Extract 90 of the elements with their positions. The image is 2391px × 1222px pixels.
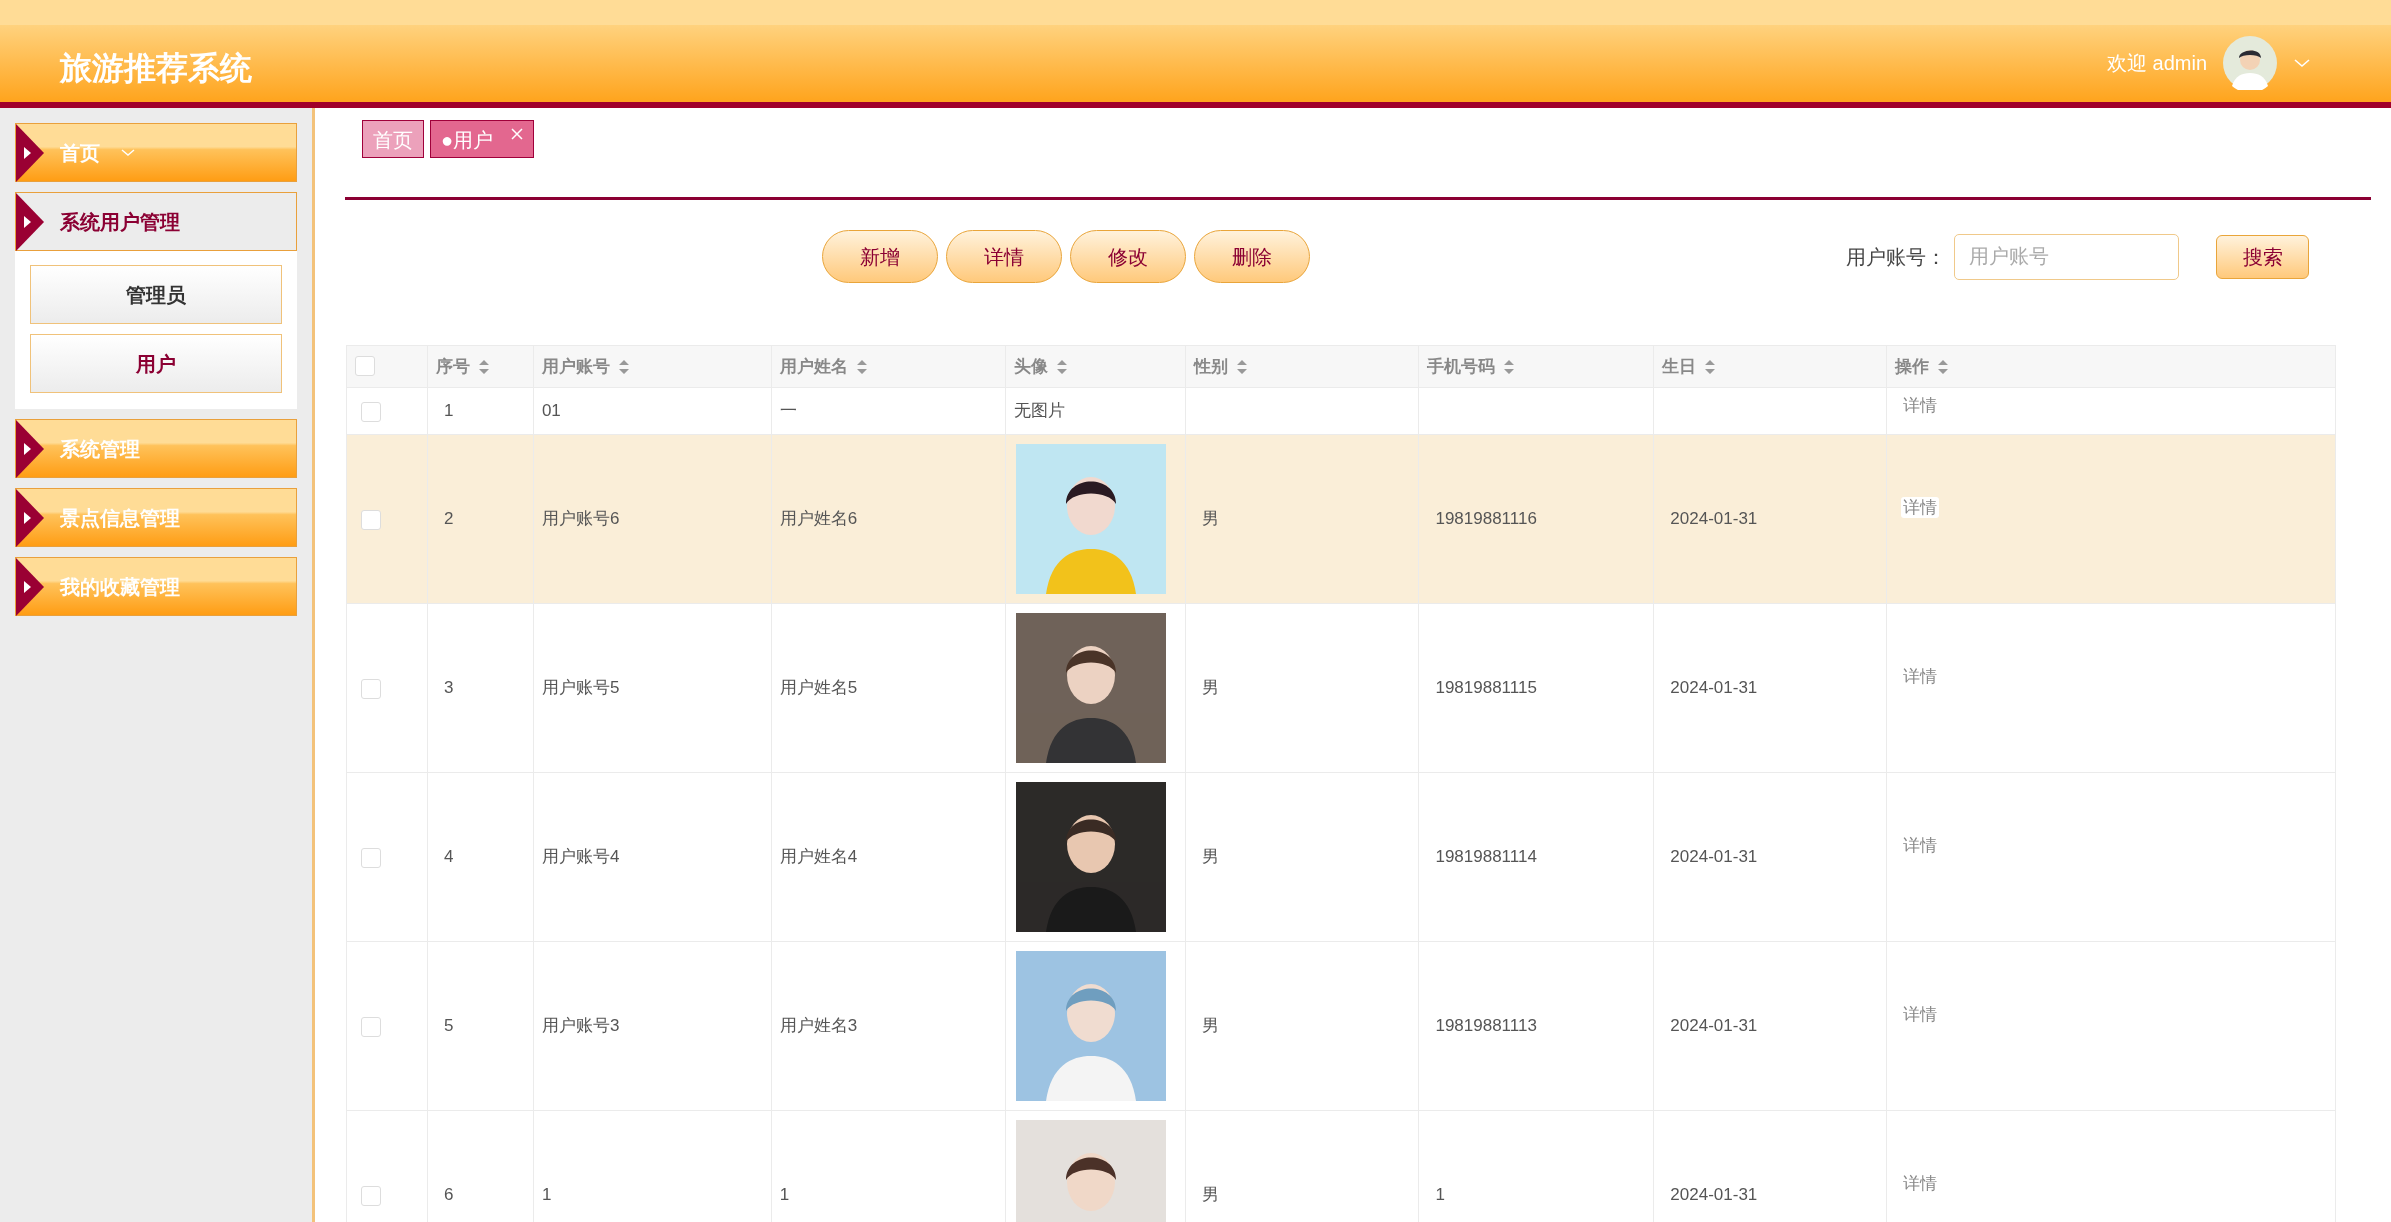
detail-link[interactable]: 详情 [1901, 1004, 1940, 1025]
search-field[interactable]: 用户账号 [1954, 233, 2179, 280]
table-cell: 6 [443, 1185, 454, 1205]
table-cell: 用户账号3 [541, 1016, 620, 1036]
triangle-icon [16, 488, 44, 547]
row-checkbox[interactable] [361, 847, 381, 868]
search-label: 用户账号： [1846, 244, 1946, 270]
table-cell: 19819881115 [1435, 678, 1537, 698]
table-cell: 1 [1435, 1185, 1445, 1205]
table-cell: 无图片 [1013, 401, 1065, 421]
table-cell: 用户账号5 [541, 678, 620, 698]
row-checkbox[interactable] [361, 1016, 381, 1037]
table-cell: 男 [1201, 509, 1219, 529]
triangle-icon [16, 123, 44, 182]
table-cell: 2024-01-31 [1670, 678, 1758, 698]
column-header[interactable]: 生日 [1662, 356, 1697, 376]
search-button[interactable]: 搜索 [2216, 234, 2309, 279]
column-header[interactable]: 手机号码 [1427, 356, 1496, 376]
table-row[interactable]: 5 用户账号3 用户姓名3 男 19819881113 2024-01-31 详情 [346, 941, 2336, 1111]
table-cell: 男 [1201, 678, 1219, 698]
submenu-item[interactable]: 管理员 [30, 265, 282, 324]
table-cell: 19819881116 [1435, 509, 1537, 529]
table-cell: 用户账号6 [541, 509, 620, 529]
table-cell: 3 [443, 678, 454, 698]
column-header[interactable]: 性别 [1193, 356, 1228, 376]
row-checkbox[interactable] [361, 509, 381, 530]
table-row[interactable]: 4 用户账号4 用户姓名4 男 19819881114 2024-01-31 详情 [346, 772, 2336, 942]
app-title: 旅游推荐系统 [60, 49, 252, 88]
table-cell: 19819881114 [1435, 847, 1537, 867]
sort-icon[interactable] [477, 358, 490, 377]
column-header[interactable]: 用户姓名 [779, 356, 848, 376]
triangle-icon [16, 419, 44, 478]
table-cell: 5 [443, 1016, 454, 1036]
table-cell: 2024-01-31 [1670, 1185, 1758, 1205]
sort-icon[interactable] [1704, 358, 1717, 377]
detail-link[interactable]: 详情 [1901, 666, 1940, 687]
table-row[interactable]: 2 用户账号6 用户姓名6 男 19819881116 2024-01-31 详情 [346, 434, 2336, 604]
toolbar-button[interactable]: 修改 [1070, 230, 1186, 283]
table-row[interactable]: 1 01 一 无图片 详情 [346, 387, 2336, 435]
select-all-checkbox[interactable] [355, 355, 375, 376]
row-checkbox[interactable] [361, 401, 381, 422]
table-cell: 1 [443, 401, 454, 421]
table-cell: 1 [779, 1185, 790, 1205]
sort-icon[interactable] [1937, 358, 1950, 377]
table-cell: 4 [443, 847, 454, 867]
triangle-icon [16, 557, 44, 616]
tab[interactable]: 首页 [362, 120, 424, 158]
toolbar-button[interactable]: 删除 [1194, 230, 1310, 283]
table-cell: 2024-01-31 [1670, 847, 1758, 867]
table-cell: 用户姓名5 [779, 678, 858, 698]
column-header[interactable]: 头像 [1013, 356, 1048, 376]
toolbar-button[interactable]: 新增 [822, 230, 938, 283]
row-checkbox[interactable] [361, 1185, 381, 1206]
table-cell: 用户姓名3 [779, 1016, 858, 1036]
detail-link[interactable]: 详情 [1901, 497, 1940, 518]
sort-icon[interactable] [1503, 358, 1516, 377]
table-row[interactable]: 3 用户账号5 用户姓名5 男 19819881115 2024-01-31 详情 [346, 603, 2336, 773]
sort-icon[interactable] [1235, 358, 1248, 377]
welcome-text: 欢迎 admin [2106, 51, 2207, 76]
table-cell: 01 [541, 401, 561, 421]
sort-icon[interactable] [855, 358, 868, 377]
table-cell: 用户账号4 [541, 847, 620, 867]
row-checkbox[interactable] [361, 678, 381, 699]
sort-icon[interactable] [617, 358, 630, 377]
table-cell: 1 [541, 1185, 552, 1205]
chevron-down-icon[interactable] [2293, 57, 2311, 69]
table-cell: 一 [779, 401, 797, 421]
detail-link[interactable]: 详情 [1901, 395, 1940, 416]
table-cell: 用户姓名4 [779, 847, 858, 867]
toolbar-button[interactable]: 详情 [946, 230, 1062, 283]
detail-link[interactable]: 详情 [1901, 1173, 1940, 1194]
table-cell: 19819881113 [1435, 1016, 1537, 1036]
close-icon[interactable] [511, 128, 524, 140]
table-cell: 男 [1201, 1016, 1219, 1036]
table-cell: 用户姓名6 [779, 509, 858, 529]
table-row[interactable]: 6 1 1 男 1 2024-01-31 详情 [346, 1110, 2336, 1222]
table-cell: 男 [1201, 1185, 1219, 1205]
user-avatar-icon[interactable] [2223, 36, 2277, 90]
table-cell: 2 [443, 509, 454, 529]
tab[interactable]: ●用户 [430, 120, 535, 158]
table-cell: 2024-01-31 [1670, 509, 1758, 529]
table-cell: 男 [1201, 847, 1219, 867]
detail-link[interactable]: 详情 [1901, 835, 1940, 856]
submenu-item[interactable]: 用户 [30, 334, 282, 393]
column-header[interactable]: 操作 [1895, 356, 1930, 376]
table-cell: 2024-01-31 [1670, 1016, 1758, 1036]
column-header[interactable]: 序号 [435, 356, 470, 376]
column-header[interactable]: 用户账号 [541, 356, 610, 376]
sidebar-item[interactable]: 系统用户管理 [15, 192, 297, 251]
sort-icon[interactable] [1055, 358, 1068, 377]
